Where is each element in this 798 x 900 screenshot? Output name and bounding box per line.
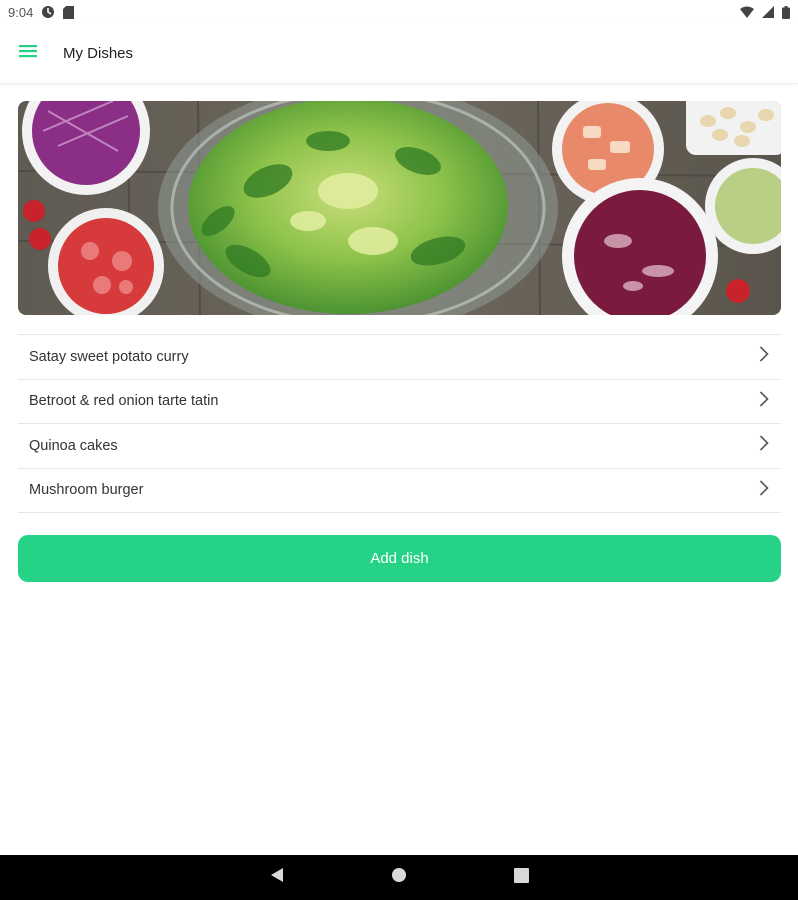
dish-label: Mushroom burger bbox=[29, 482, 144, 499]
hero-image bbox=[18, 101, 781, 315]
add-dish-button[interactable]: Add dish bbox=[18, 535, 781, 582]
status-bar: 9:04 bbox=[0, 0, 798, 24]
list-item[interactable]: Betroot & red onion tarte tatin bbox=[18, 380, 781, 424]
back-icon bbox=[269, 867, 285, 888]
dish-label: Betroot & red onion tarte tatin bbox=[29, 393, 219, 410]
list-item[interactable]: Quinoa cakes bbox=[18, 424, 781, 469]
back-button[interactable] bbox=[265, 866, 289, 890]
chevron-right-icon bbox=[759, 480, 769, 501]
salad-photo bbox=[18, 101, 781, 315]
recents-button[interactable] bbox=[509, 866, 533, 890]
home-button[interactable] bbox=[387, 866, 411, 890]
status-left: 9:04 bbox=[8, 4, 75, 20]
wifi-icon bbox=[740, 6, 754, 18]
dish-label: Quinoa cakes bbox=[29, 437, 118, 454]
signal-icon bbox=[762, 6, 774, 18]
chevron-right-icon bbox=[759, 435, 769, 456]
status-right bbox=[740, 5, 790, 19]
recents-icon bbox=[513, 867, 529, 888]
list-item[interactable]: Mushroom burger bbox=[18, 469, 781, 513]
app-bar: My Dishes bbox=[0, 24, 798, 84]
system-nav-bar bbox=[0, 855, 798, 900]
sd-card-icon bbox=[63, 5, 75, 19]
chevron-right-icon bbox=[759, 391, 769, 412]
battery-icon bbox=[782, 5, 790, 19]
dish-label: Satay sweet potato curry bbox=[29, 348, 189, 365]
home-icon bbox=[391, 867, 407, 888]
page-title: My Dishes bbox=[63, 45, 134, 62]
dish-list: Satay sweet potato curry Betroot & red o… bbox=[18, 334, 781, 513]
hamburger-menu-icon bbox=[19, 44, 37, 63]
menu-button[interactable] bbox=[0, 24, 56, 84]
chevron-right-icon bbox=[759, 346, 769, 367]
data-saver-icon bbox=[41, 5, 55, 19]
status-time: 9:04 bbox=[8, 4, 34, 20]
list-item[interactable]: Satay sweet potato curry bbox=[18, 335, 781, 380]
